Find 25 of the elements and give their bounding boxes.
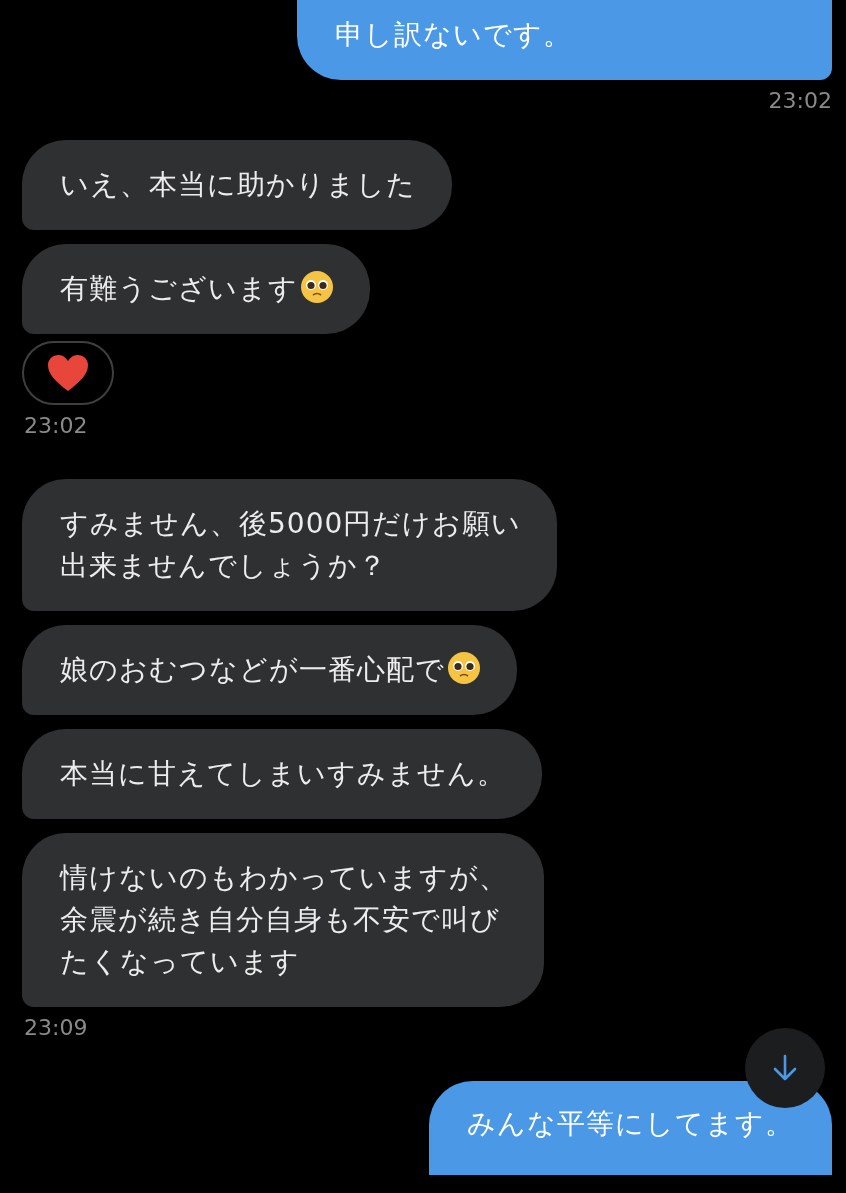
message-time: 23:09 [23,1015,88,1041]
message-text: 申し訳ないです。 [335,17,572,53]
message-bubble[interactable]: 情けないのもわかっていますが、 余震が続き自分自身も不安で叫び たくなっています [22,833,544,1007]
message-bubble[interactable]: いえ、本当に助かりました [22,140,452,230]
message-text: 本当に甘えてしまいすみません。 [60,756,506,792]
heart-icon [47,354,89,392]
message-time: 23:02 [23,413,88,439]
message-text: 余震が続き自分自身も不安で叫び [60,902,501,938]
message-bubble[interactable]: 本当に甘えてしまいすみません。 [22,729,542,819]
message-text: いえ、本当に助かりました [60,167,416,203]
reaction-badge[interactable] [22,341,114,405]
pleading-emoji-icon [300,270,334,304]
message-time: 23:02 [767,88,832,114]
message-bubble[interactable]: 娘のおむつなどが一番心配で [22,625,517,715]
message-text: たくなっています [60,944,301,980]
message-text: 有難うございます [60,268,334,310]
message-text: すみません、後5000円だけお願い [60,506,522,542]
message-text: 娘のおむつなどが一番心配で [60,649,481,691]
arrow-down-icon [772,1054,798,1082]
message-text: 情けないのもわかっていますが、 [60,860,508,896]
message-bubble[interactable]: 有難うございます [22,244,370,334]
message-text: みんな平等にしてます。 [467,1106,794,1142]
message-bubble[interactable]: すみません、後5000円だけお願い 出来ませんでしょうか？ [22,479,558,611]
message-text: 出来ませんでしょうか？ [60,548,388,584]
pleading-emoji-icon [447,651,481,685]
